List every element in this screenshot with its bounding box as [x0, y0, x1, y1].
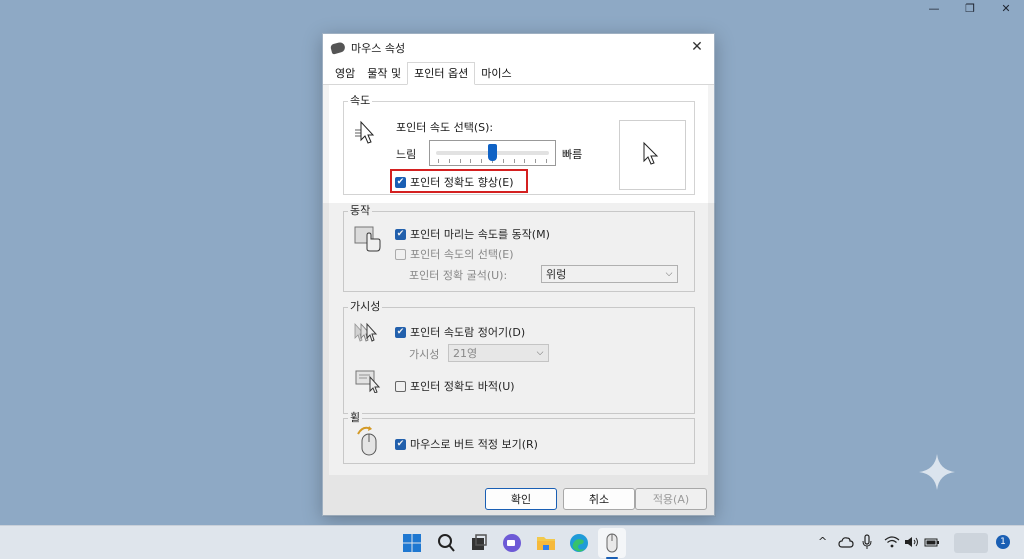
show-location-label: 마우스로 버트 적정 보기(R) [410, 438, 538, 451]
snap-checkbox-row[interactable]: ✔ 포인터 마리는 속도를 동작(M) [395, 226, 550, 242]
task-view-icon[interactable] [468, 532, 490, 554]
cancel-button[interactable]: 취소 [563, 488, 635, 510]
mouse-app-icon [329, 40, 347, 55]
mouse-properties-dialog: 마우스 속성 ✕ 영암 물작 및 포인터 옵션 마이스 속도 포인터 속도 선택… [322, 33, 716, 517]
desktop-window-controls: — ❐ ✕ [916, 0, 1024, 16]
pointer-preview-box [619, 120, 686, 190]
wifi-icon[interactable] [884, 536, 900, 548]
tab-wheel[interactable]: 마이스 [475, 64, 517, 84]
speed-option-checkbox[interactable] [395, 248, 406, 260]
pointer-speed-icon [355, 120, 375, 144]
hide-checkbox[interactable] [395, 380, 406, 392]
search-icon[interactable] [435, 532, 457, 554]
slow-label: 느림 [396, 148, 417, 161]
chevron-down-icon: ⌵ [536, 348, 544, 358]
visibility-legend: 가시성 [348, 298, 383, 314]
slider-thumb[interactable] [488, 144, 497, 161]
wheel-legend: 휠 [348, 409, 363, 425]
mouse-settings-app-icon[interactable] [601, 532, 623, 554]
restore-button[interactable]: ❐ [952, 0, 988, 16]
minimize-button[interactable]: — [916, 0, 952, 16]
trail-length-select[interactable]: 21영 ⌵ [448, 344, 549, 362]
snap-checkbox[interactable]: ✔ [395, 228, 406, 240]
precision-select-value: 위렁 [546, 268, 567, 281]
volume-icon[interactable] [904, 536, 920, 548]
fast-label: 빠름 [562, 148, 583, 161]
microphone-icon[interactable] [862, 534, 872, 550]
precision-combo-label: 포인터 정확 굴석(U): [409, 269, 508, 282]
snap-label: 포인터 마리는 속도를 동작(M) [410, 228, 550, 241]
tab-buttons[interactable]: 영암 [329, 64, 361, 84]
battery-icon[interactable] [924, 536, 940, 548]
speed-option-label: 포인터 속도의 선택(E) [410, 248, 514, 261]
speed-legend: 속도 [348, 92, 373, 108]
hide-pointer-icon [355, 370, 381, 393]
precision-select[interactable]: 위렁 ⌵ [541, 265, 678, 283]
hide-label: 포인터 정확도 바적(U) [410, 380, 515, 393]
notification-badge[interactable]: 1 [996, 535, 1010, 549]
trails-checkbox[interactable]: ✔ [395, 326, 406, 338]
trails-label: 포인터 속도람 정어기(D) [410, 326, 526, 339]
clock-area-blurred[interactable] [954, 533, 988, 553]
trail-length-label: 가시성 [409, 348, 440, 361]
edge-browser-icon[interactable] [568, 532, 590, 554]
file-explorer-icon[interactable] [535, 532, 557, 554]
taskbar: ^ 1 [0, 525, 1024, 559]
snap-to-icon [354, 226, 381, 252]
tab-strip: 영암 물작 및 포인터 옵션 마이스 [323, 61, 714, 85]
chevron-down-icon: ⌵ [665, 269, 673, 279]
motion-legend: 동작 [348, 202, 373, 218]
tab-pointer-options[interactable]: 포인터 옵션 [407, 62, 476, 85]
ok-button[interactable]: 확인 [485, 488, 557, 510]
dialog-close-button[interactable]: ✕ [688, 38, 706, 56]
show-location-row[interactable]: ✔ 마우스로 버트 적정 보기(R) [395, 436, 538, 452]
dialog-title: 마우스 속성 [351, 41, 406, 55]
tab-pointers[interactable]: 물작 및 [361, 64, 407, 84]
sparkle-icon [919, 454, 955, 490]
trails-checkbox-row[interactable]: ✔ 포인터 속도람 정어기(D) [395, 324, 525, 340]
speed-select-label: 포인터 속도 선택(S): [396, 121, 494, 134]
pointer-speed-slider[interactable] [429, 140, 556, 166]
windows-start-icon[interactable] [401, 532, 423, 554]
dialog-titlebar: 마우스 속성 ✕ [323, 34, 714, 61]
chat-icon[interactable] [501, 532, 523, 554]
show-location-checkbox[interactable]: ✔ [395, 438, 406, 450]
hide-checkbox-row[interactable]: 포인터 정확도 바적(U) [395, 378, 515, 394]
cloud-icon[interactable] [838, 536, 854, 548]
mouse-locate-icon [357, 426, 377, 456]
trail-length-value: 21영 [453, 347, 478, 360]
precision-checkbox[interactable]: ✔ [395, 176, 406, 188]
close-button[interactable]: ✕ [988, 0, 1024, 16]
speed-option-row[interactable]: 포인터 속도의 선택(E) [395, 246, 514, 262]
precision-label: 포인터 정확도 향상(E) [410, 176, 514, 189]
apply-button[interactable]: 적용(A) [635, 488, 707, 510]
precision-checkbox-row[interactable]: ✔ 포인터 정확도 향상(E) [395, 174, 514, 190]
tray-overflow-chevron[interactable]: ^ [818, 535, 827, 548]
pointer-trails-icon [354, 322, 378, 342]
tab-panel: 속도 포인터 속도 선택(S): 느림 빠름 ✔ 포인터 정확도 향상(E) 동… [329, 85, 708, 475]
cursor-preview-icon [643, 141, 659, 165]
